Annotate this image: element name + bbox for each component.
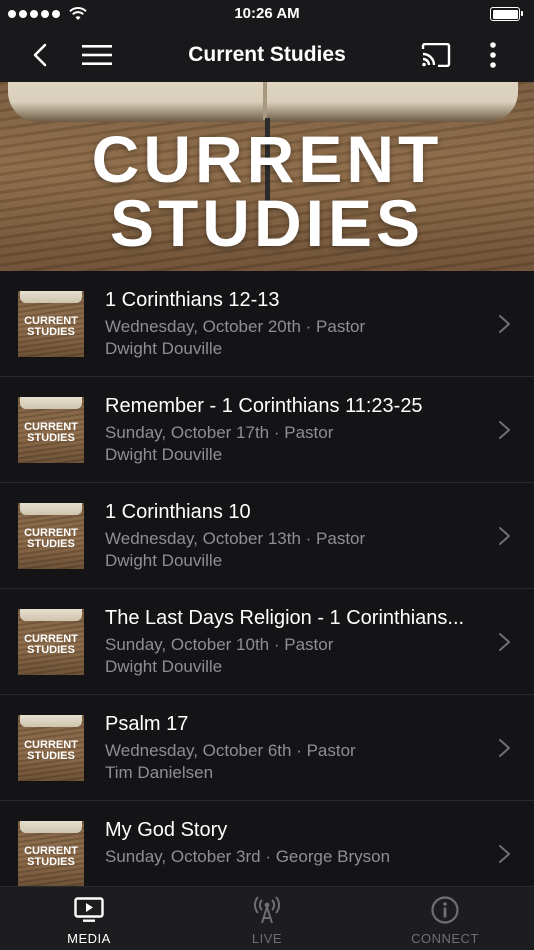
hamburger-icon	[82, 45, 112, 65]
study-thumbnail: CURRENT STUDIES	[18, 503, 84, 569]
study-speaker-name: Dwight Douville	[105, 551, 223, 570]
study-date-speaker: Sunday, October 17th · Pastor	[105, 423, 334, 442]
chevron-right-icon	[499, 315, 510, 333]
studies-list: CURRENT STUDIES 1 Corinthians 12-13 Wedn…	[0, 271, 534, 907]
chevron-right-icon	[499, 845, 510, 863]
chevron-left-icon	[33, 43, 47, 67]
thumbnail-text-line2: STUDIES	[27, 750, 75, 762]
thumbnail-text-line2: STUDIES	[27, 644, 75, 656]
back-button[interactable]	[18, 28, 62, 82]
study-thumbnail: CURRENT STUDIES	[18, 821, 84, 887]
chevron-right-icon	[499, 527, 510, 545]
thumbnail-text-line2: STUDIES	[27, 326, 75, 338]
more-options-button[interactable]	[471, 28, 515, 82]
study-thumbnail: CURRENT STUDIES	[18, 291, 84, 357]
hero-title-line1: CURRENT	[91, 122, 443, 196]
tab-media-label: MEDIA	[67, 931, 111, 946]
study-title: Psalm 17	[105, 713, 189, 735]
battery-icon	[490, 7, 523, 21]
info-icon	[431, 896, 459, 924]
thumbnail-text-line2: STUDIES	[27, 856, 75, 868]
tab-media[interactable]: MEDIA	[0, 887, 178, 950]
broadcast-icon	[254, 896, 280, 924]
study-speaker-name: Tim Danielsen	[105, 763, 214, 782]
study-meta: Sunday, October 17th · Pastor Dwight Dou…	[105, 422, 485, 466]
status-time: 10:26 AM	[234, 5, 300, 22]
study-meta: Wednesday, October 6th · Pastor Tim Dani…	[105, 740, 485, 784]
study-meta: Wednesday, October 13th · Pastor Dwight …	[105, 528, 485, 572]
study-title: My God Story	[105, 819, 228, 841]
tab-bar: MEDIA LIVE CONNECT	[0, 886, 534, 950]
study-date-speaker: Wednesday, October 20th · Pastor	[105, 317, 366, 336]
tab-live-label: LIVE	[251, 931, 283, 946]
study-date-speaker: Sunday, October 10th · Pastor	[105, 635, 334, 654]
menu-button[interactable]	[75, 28, 119, 82]
study-thumbnail: CURRENT STUDIES	[18, 609, 84, 675]
study-meta: Sunday, October 3rd · George Bryson	[105, 846, 485, 868]
study-title: Remember - 1 Corinthians 11:23-25	[105, 395, 423, 417]
study-meta: Wednesday, October 20th · Pastor Dwight …	[105, 316, 485, 360]
study-row[interactable]: CURRENT STUDIES The Last Days Religion -…	[0, 589, 534, 695]
study-thumbnail: CURRENT STUDIES	[18, 715, 84, 781]
study-date-speaker: Wednesday, October 6th · Pastor	[105, 741, 356, 760]
study-title: 1 Corinthians 12-13	[105, 289, 280, 311]
more-vertical-icon	[490, 42, 496, 68]
study-meta: Sunday, October 10th · Pastor Dwight Dou…	[105, 634, 485, 678]
tab-connect-label: CONNECT	[411, 931, 479, 946]
hero-banner: CURRENT STUDIES	[0, 82, 534, 271]
chevron-right-icon	[499, 421, 510, 439]
thumbnail-text-line2: STUDIES	[27, 432, 75, 444]
study-speaker-name: Dwight Douville	[105, 445, 223, 464]
study-title: 1 Corinthians 10	[105, 501, 251, 523]
nav-bar: Current Studies	[0, 28, 534, 82]
study-thumbnail: CURRENT STUDIES	[18, 397, 84, 463]
study-speaker-name: Dwight Douville	[105, 657, 223, 676]
cast-button[interactable]	[414, 28, 458, 82]
study-date-speaker: Wednesday, October 13th · Pastor	[105, 529, 366, 548]
status-bar: 10:26 AM	[0, 0, 534, 28]
study-row[interactable]: CURRENT STUDIES Remember - 1 Corinthians…	[0, 377, 534, 483]
tv-play-icon	[74, 897, 104, 922]
thumbnail-text-line2: STUDIES	[27, 538, 75, 550]
study-row[interactable]: CURRENT STUDIES 1 Corinthians 12-13 Wedn…	[0, 271, 534, 377]
study-row[interactable]: CURRENT STUDIES 1 Corinthians 10 Wednesd…	[0, 483, 534, 589]
study-date-speaker: Sunday, October 3rd · George Bryson	[105, 847, 391, 866]
study-speaker-name: Dwight Douville	[105, 339, 223, 358]
cast-icon	[421, 43, 451, 67]
study-title: The Last Days Religion - 1 Corinthians..…	[105, 607, 465, 629]
tab-connect[interactable]: CONNECT	[356, 887, 534, 950]
hero-title-line2: STUDIES	[109, 186, 425, 260]
chevron-right-icon	[499, 739, 510, 757]
chevron-right-icon	[499, 633, 510, 651]
tab-live[interactable]: LIVE	[178, 887, 356, 950]
study-row[interactable]: CURRENT STUDIES Psalm 17 Wednesday, Octo…	[0, 695, 534, 801]
